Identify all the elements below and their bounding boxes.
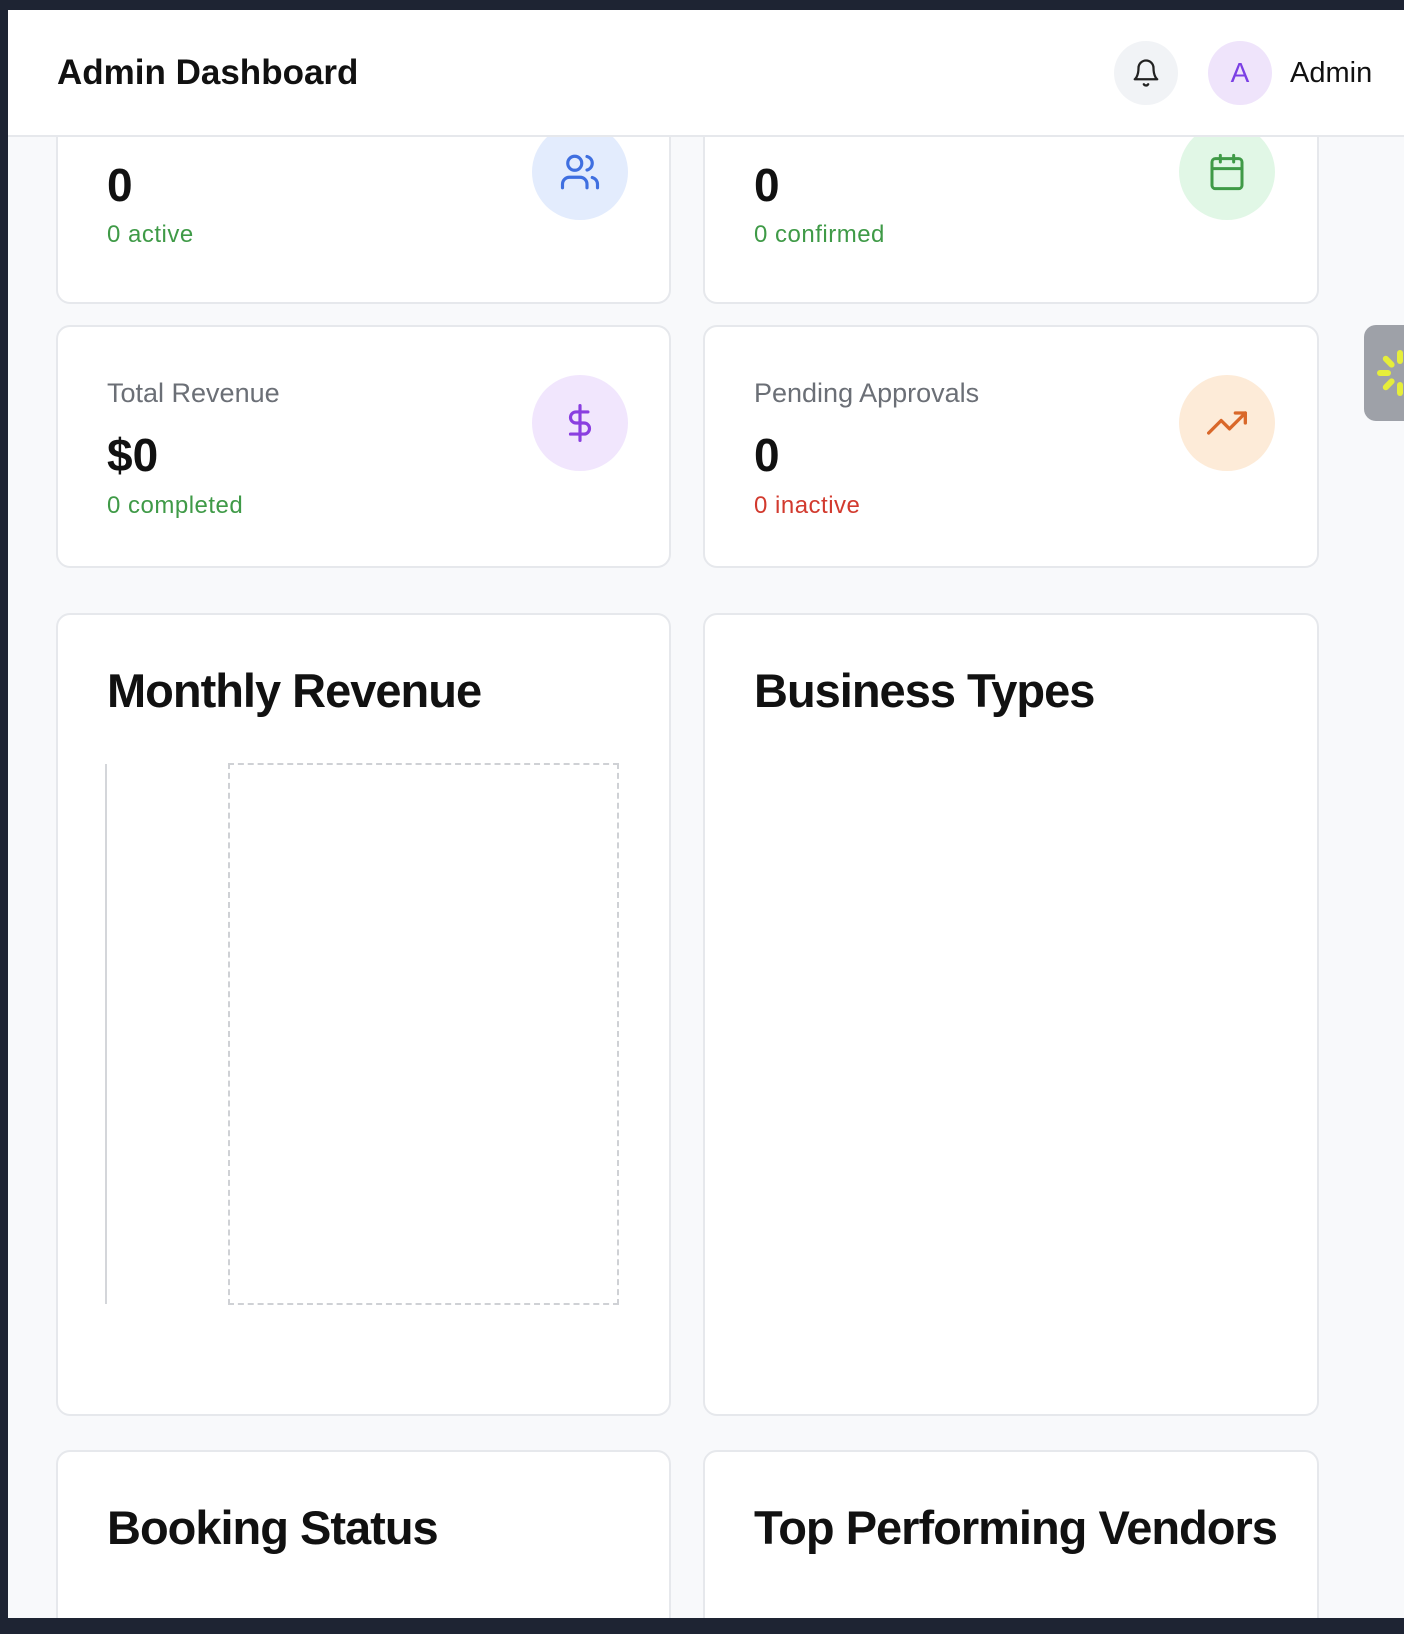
trending-up-icon	[1179, 375, 1275, 471]
stat-label: Pending Approvals	[754, 378, 980, 408]
calendar-icon	[1179, 124, 1275, 220]
monthly-revenue-panel: Monthly Revenue	[56, 613, 671, 1416]
user-name[interactable]: Admin	[1290, 57, 1372, 90]
stat-card-pending-approvals: Pending Approvals 0 0 inactive	[703, 325, 1319, 568]
chart-y-axis	[105, 764, 107, 1304]
stat-value: 0	[754, 159, 780, 211]
stat-subtext: 0 completed	[107, 492, 244, 519]
notifications-button[interactable]	[1114, 41, 1178, 105]
panel-title: Booking Status	[107, 1501, 439, 1554]
booking-status-panel: Booking Status	[56, 1450, 671, 1618]
floating-side-tab[interactable]	[1364, 325, 1404, 421]
business-types-panel: Business Types	[703, 613, 1319, 1416]
dashboard-viewport: 0 0 active 0 0 confirmed Admin Dashboard	[8, 10, 1404, 1618]
sparkle-icon	[1376, 349, 1404, 402]
bell-icon	[1131, 58, 1161, 88]
dollar-icon	[532, 375, 628, 471]
stat-subtext: 0 inactive	[754, 492, 861, 519]
stat-value: 0	[107, 159, 133, 211]
stat-subtext: 0 confirmed	[754, 221, 885, 248]
stat-subtext: 0 active	[107, 221, 194, 248]
top-vendors-panel: Top Performing Vendors	[703, 1450, 1319, 1618]
stat-label: Total Revenue	[107, 378, 280, 408]
stat-value: 0	[754, 429, 780, 481]
panel-title: Top Performing Vendors	[754, 1501, 1278, 1554]
chart-plot-area	[228, 763, 619, 1305]
stat-card-revenue: Total Revenue $0 0 completed	[56, 325, 671, 568]
top-bar: Admin Dashboard A Admin	[8, 10, 1404, 137]
users-icon	[532, 124, 628, 220]
page-title: Admin Dashboard	[57, 53, 359, 92]
panel-title: Monthly Revenue	[107, 664, 482, 717]
stat-value: $0	[107, 429, 159, 481]
panel-title: Business Types	[754, 664, 1095, 717]
avatar[interactable]: A	[1208, 41, 1272, 105]
